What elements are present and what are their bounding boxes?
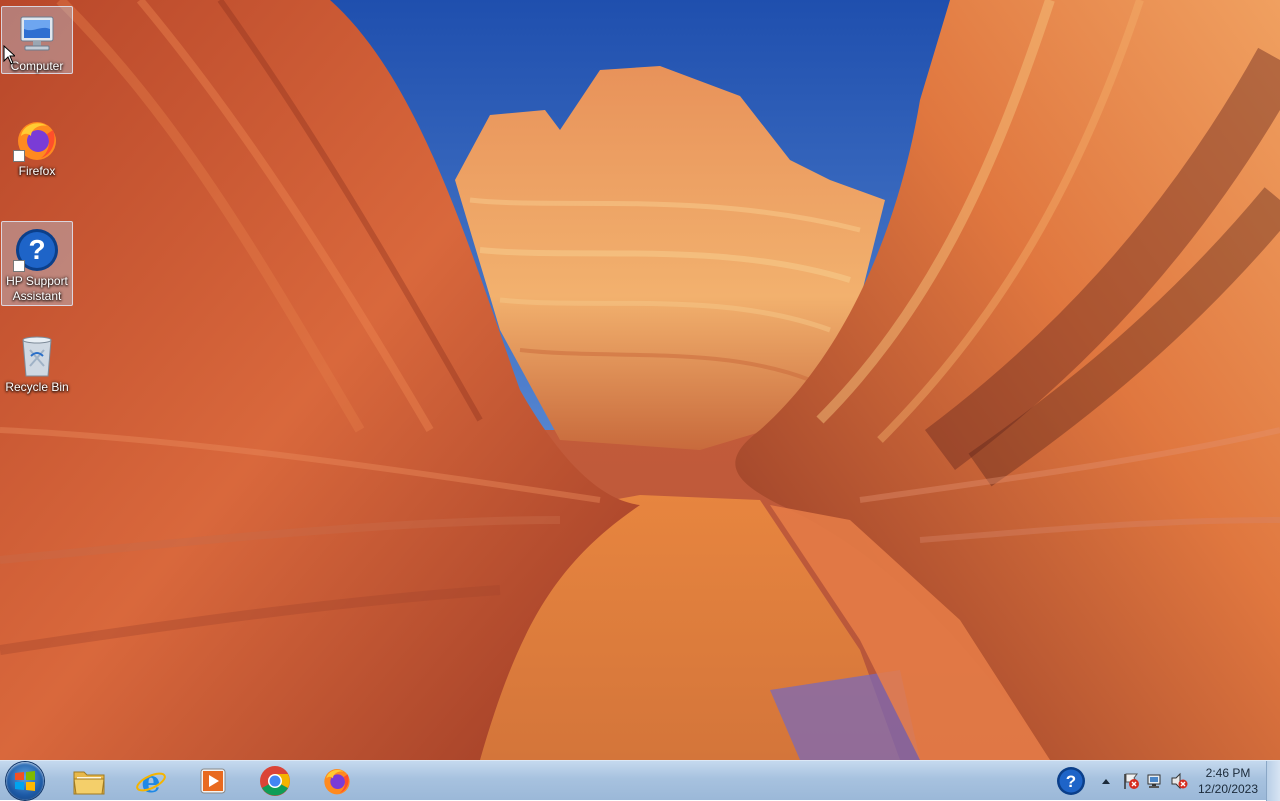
tray-volume[interactable]	[1168, 761, 1190, 801]
show-hidden-icons-arrow	[1102, 779, 1110, 784]
tray-network[interactable]	[1144, 761, 1166, 801]
taskbar-internet-explorer[interactable]: e	[124, 761, 178, 801]
desktop-wallpaper	[0, 0, 1280, 760]
svg-text:?: ?	[1066, 772, 1076, 791]
taskbar: e ? 2:46 PM 12/20/2023	[0, 760, 1280, 801]
action-center-flag-icon	[1124, 773, 1139, 789]
taskbar-firefox[interactable]	[310, 761, 364, 801]
taskbar-clock[interactable]: 2:46 PM 12/20/2023	[1192, 765, 1264, 797]
folder-icon	[73, 771, 105, 795]
svg-text:e: e	[141, 765, 160, 797]
desktop-icon-label: HP Support Assistant	[6, 274, 68, 303]
tray-action-center[interactable]	[1120, 761, 1142, 801]
help-question-icon: ?	[13, 226, 61, 274]
desktop-icon-recycle-bin[interactable]: Recycle Bin	[1, 328, 73, 398]
show-hidden-icons-button[interactable]	[1098, 761, 1114, 801]
clock-date: 12/20/2023	[1197, 782, 1259, 796]
show-desktop-button[interactable]	[1266, 761, 1280, 801]
shortcut-arrow-icon	[13, 150, 25, 162]
windows-start-icon	[15, 771, 35, 791]
internet-explorer-icon: e	[136, 765, 166, 797]
network-icon	[1147, 774, 1161, 788]
desktop-icon-label: Firefox	[18, 164, 56, 178]
firefox-icon	[324, 769, 350, 795]
chrome-icon	[260, 766, 290, 796]
recycle-bin-icon	[13, 332, 61, 380]
taskbar-chrome[interactable]	[248, 761, 302, 801]
media-player-icon	[200, 768, 226, 794]
hp-support-icon: ?	[1057, 767, 1085, 795]
volume-muted-icon	[1171, 772, 1188, 790]
desktop-icon-hp-support-assistant[interactable]: ? HP Support Assistant	[1, 221, 73, 306]
computer-icon	[13, 11, 61, 59]
mouse-cursor-icon	[3, 44, 17, 70]
desktop-icon-firefox[interactable]: Firefox	[1, 112, 73, 182]
taskbar-file-explorer[interactable]	[62, 761, 116, 801]
taskbar-media-player[interactable]	[186, 761, 240, 801]
desktop-icon-label: Computer	[10, 59, 64, 73]
firefox-icon	[13, 116, 61, 164]
tray-hp-support[interactable]: ?	[1054, 761, 1088, 801]
svg-text:?: ?	[28, 234, 45, 265]
shortcut-arrow-icon	[13, 260, 25, 272]
start-button[interactable]	[6, 762, 44, 800]
clock-time: 2:46 PM	[1205, 766, 1251, 780]
desktop-icon-label: Recycle Bin	[5, 380, 69, 394]
